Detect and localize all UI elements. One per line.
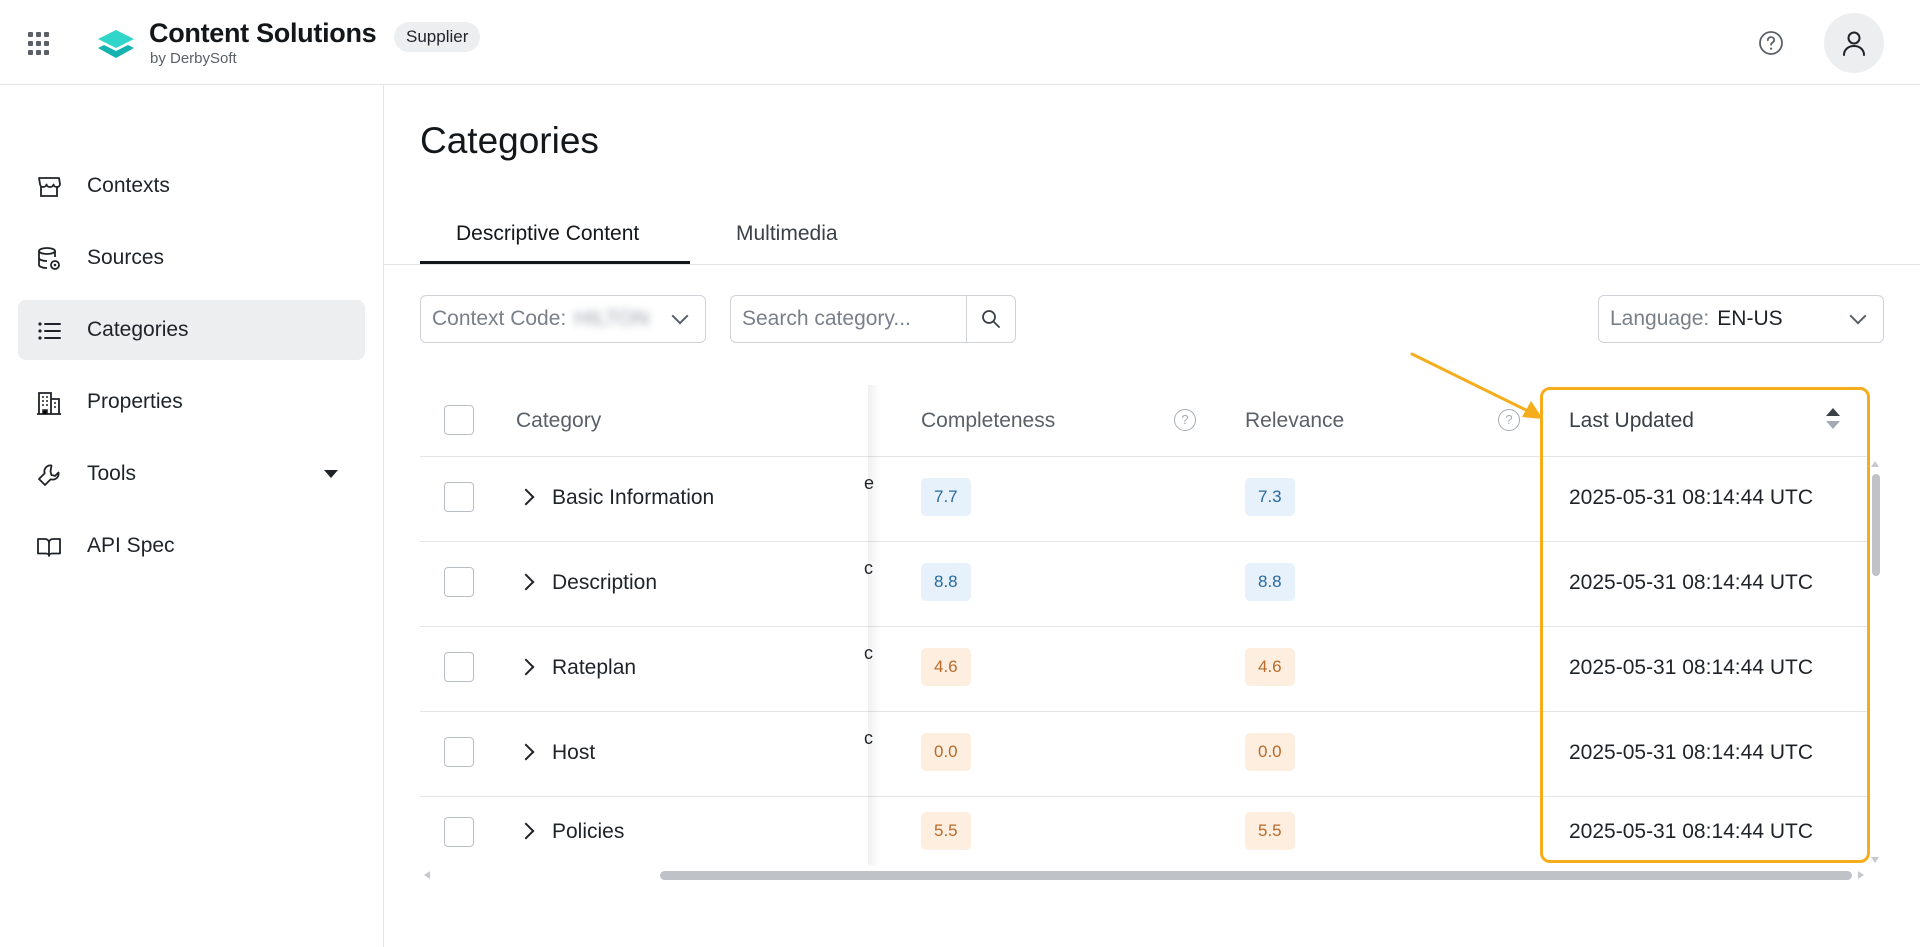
sidebar-item-api-spec[interactable]: API Spec bbox=[18, 516, 365, 576]
relevance-score: 0.0 bbox=[1245, 733, 1295, 771]
completeness-score: 0.0 bbox=[921, 733, 971, 771]
sidebar: Contexts Sources Categories Properties T… bbox=[0, 85, 384, 947]
tab-bar: Descriptive Content Multimedia bbox=[384, 212, 1920, 265]
help-icon[interactable] bbox=[1758, 30, 1784, 56]
completeness-score: 8.8 bbox=[921, 563, 971, 601]
search-icon bbox=[982, 310, 1000, 328]
active-tab-indicator bbox=[420, 261, 690, 264]
completeness-score: 5.5 bbox=[921, 812, 971, 850]
chevron-right-icon[interactable] bbox=[517, 488, 535, 506]
category-name: Policies bbox=[552, 820, 625, 843]
search-button[interactable] bbox=[966, 295, 1016, 343]
sidebar-item-label: Contexts bbox=[87, 174, 170, 197]
chevron-right-icon[interactable] bbox=[517, 573, 535, 591]
scroll-down-arrow-icon[interactable] bbox=[1871, 857, 1879, 863]
chevron-down-icon bbox=[1849, 307, 1867, 325]
brand-subtitle: by DerbySoft bbox=[150, 50, 237, 67]
sidebar-item-label: Tools bbox=[87, 462, 137, 485]
wrench-icon bbox=[38, 464, 60, 486]
sort-icon[interactable] bbox=[1826, 408, 1840, 432]
row-checkbox[interactable] bbox=[444, 737, 474, 767]
divider bbox=[420, 541, 1868, 542]
role-badge: Supplier bbox=[394, 22, 481, 52]
row-checkbox[interactable] bbox=[444, 482, 474, 512]
tab-multimedia[interactable]: Multimedia bbox=[736, 222, 838, 246]
scroll-up-arrow-icon[interactable] bbox=[1871, 461, 1879, 467]
sidebar-item-categories[interactable]: Categories bbox=[18, 300, 365, 360]
chevron-right-icon[interactable] bbox=[517, 822, 535, 840]
page-title: Categories bbox=[420, 120, 599, 161]
category-name: Basic Information bbox=[552, 486, 715, 509]
language-label: Language: bbox=[1610, 307, 1710, 330]
category-name: Host bbox=[552, 741, 596, 764]
last-updated-cell: 2025-05-31 08:14:44 UTC bbox=[1569, 571, 1813, 594]
category-name: Rateplan bbox=[552, 656, 637, 679]
building-icon bbox=[37, 392, 61, 415]
logo-icon bbox=[98, 30, 134, 58]
sidebar-item-contexts[interactable]: Contexts bbox=[18, 156, 365, 216]
divider bbox=[420, 796, 1868, 797]
context-code-select[interactable]: Context Code: HILTON bbox=[420, 295, 706, 343]
relevance-score: 7.3 bbox=[1245, 478, 1295, 516]
row-checkbox[interactable] bbox=[444, 567, 474, 597]
search-input[interactable]: Search category... bbox=[730, 295, 966, 343]
column-header-category[interactable]: Category bbox=[516, 385, 601, 456]
last-updated-cell: 2025-05-31 08:14:44 UTC bbox=[1569, 486, 1813, 509]
tab-descriptive-content[interactable]: Descriptive Content bbox=[456, 222, 639, 246]
categories-table: Category Completeness ? Relevance ? Last… bbox=[420, 385, 1888, 865]
column-header-relevance[interactable]: Relevance bbox=[1245, 385, 1344, 456]
chevron-right-icon[interactable] bbox=[517, 743, 535, 761]
database-icon bbox=[38, 247, 60, 270]
store-icon bbox=[38, 177, 61, 197]
caret-down-icon[interactable] bbox=[324, 470, 338, 478]
last-updated-cell: 2025-05-31 08:14:44 UTC bbox=[1569, 820, 1813, 843]
sidebar-item-label: API Spec bbox=[87, 534, 175, 557]
completeness-score: 7.7 bbox=[921, 478, 971, 516]
annotation-arrow-icon bbox=[1410, 352, 1543, 419]
language-value: EN-US bbox=[1717, 307, 1783, 330]
apps-grid-icon[interactable] bbox=[28, 32, 52, 56]
brand-title: Content Solutions bbox=[149, 18, 377, 48]
sidebar-item-label: Sources bbox=[87, 246, 165, 269]
chevron-down-icon bbox=[671, 307, 689, 325]
user-icon bbox=[1843, 31, 1865, 56]
row-checkbox[interactable] bbox=[444, 817, 474, 847]
column-header-completeness[interactable]: Completeness bbox=[921, 385, 1055, 456]
divider bbox=[420, 711, 1868, 712]
completeness-score: 4.6 bbox=[921, 648, 971, 686]
sidebar-item-properties[interactable]: Properties bbox=[18, 372, 365, 432]
last-updated-cell: 2025-05-31 08:14:44 UTC bbox=[1569, 656, 1813, 679]
column-header-last-updated[interactable]: Last Updated bbox=[1569, 385, 1694, 456]
horizontal-scrollbar[interactable] bbox=[660, 871, 1852, 880]
relevance-score: 8.8 bbox=[1245, 563, 1295, 601]
sidebar-item-tools[interactable]: Tools bbox=[18, 444, 365, 504]
row-checkbox[interactable] bbox=[444, 652, 474, 682]
language-select[interactable]: Language: EN-US bbox=[1598, 295, 1884, 343]
scroll-right-arrow-icon[interactable] bbox=[1858, 871, 1864, 879]
top-header: Content Solutions by DerbySoft Supplier bbox=[0, 0, 1920, 85]
user-avatar-button[interactable] bbox=[1824, 13, 1884, 73]
chevron-right-icon[interactable] bbox=[517, 658, 535, 676]
sidebar-item-label: Properties bbox=[87, 390, 183, 413]
sidebar-item-sources[interactable]: Sources bbox=[18, 228, 365, 288]
relevance-score: 5.5 bbox=[1245, 812, 1295, 850]
context-code-label: Context Code: bbox=[432, 307, 567, 330]
divider bbox=[420, 626, 1868, 627]
sidebar-item-label: Categories bbox=[87, 318, 189, 341]
select-all-checkbox[interactable] bbox=[444, 405, 474, 435]
divider bbox=[420, 456, 1868, 457]
help-icon[interactable]: ? bbox=[1174, 409, 1196, 431]
list-icon bbox=[38, 322, 61, 340]
context-code-value: HILTON bbox=[574, 307, 650, 330]
vertical-scrollbar[interactable] bbox=[1872, 474, 1880, 576]
scroll-left-arrow-icon[interactable] bbox=[424, 871, 430, 879]
last-updated-cell: 2025-05-31 08:14:44 UTC bbox=[1569, 741, 1813, 764]
frozen-column-shadow bbox=[868, 385, 880, 865]
category-name: Description bbox=[552, 571, 658, 594]
relevance-score: 4.6 bbox=[1245, 648, 1295, 686]
book-icon bbox=[37, 538, 61, 557]
